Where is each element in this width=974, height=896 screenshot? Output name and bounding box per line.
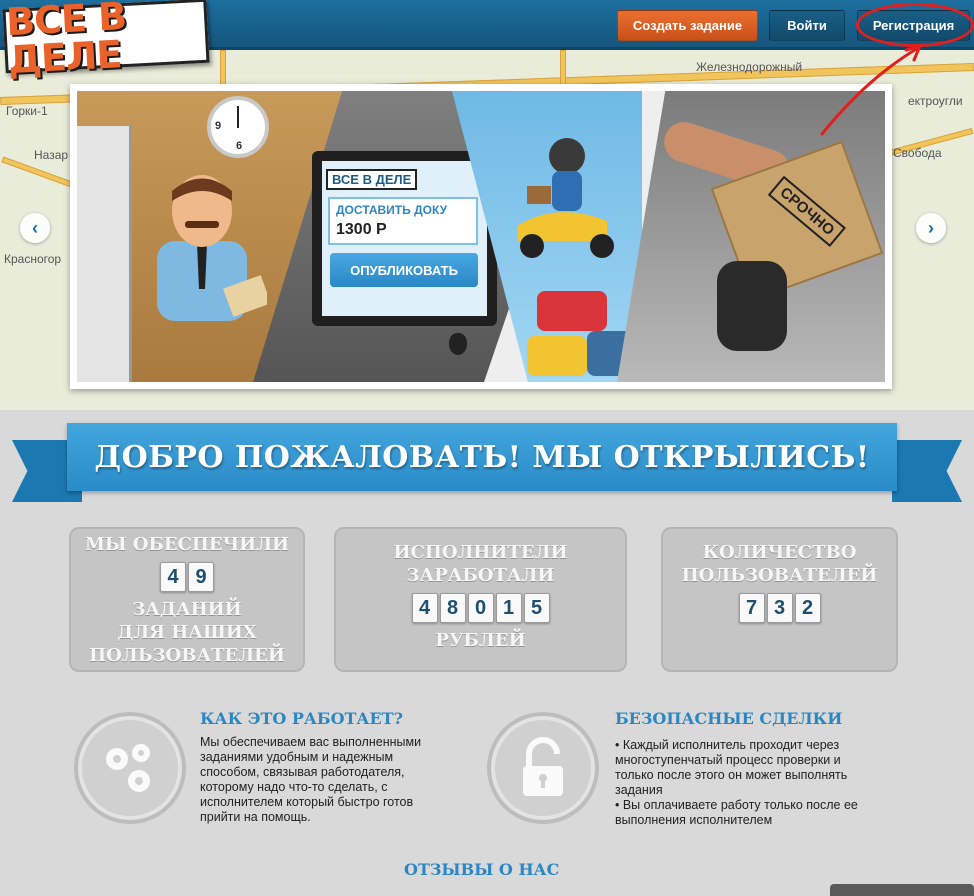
welcome-title: ДОБРО ПОЖАЛОВАТЬ! МЫ ОТКРЫЛИСЬ! — [94, 439, 870, 475]
task-card: ДОСТАВИТЬ ДОКУ 1300 Р — [328, 197, 478, 245]
task-text: ДОСТАВИТЬ ДОКУ — [336, 203, 448, 217]
stat-tasks: МЫ ОБЕСПЕЧИЛИ 4 9 ЗАДАНИЙ ДЛЯ НАШИХ ПОЛЬ… — [69, 527, 305, 672]
annotation-arrow — [820, 43, 923, 136]
feature-text: • Каждый исполнитель проходит через мног… — [615, 738, 880, 828]
feature-text: Мы обеспечиваем вас выполненными задания… — [200, 735, 422, 824]
stat-label: ПОЛЬЗОВАТЕЛЕЙ — [89, 645, 285, 666]
feature-title: КАК ЭТО РАБОТАЕТ? — [200, 709, 403, 728]
stat-label: МЫ ОБЕСПЕЧИЛИ — [84, 534, 289, 555]
counter-digit: 4 — [160, 562, 186, 592]
clock-number: 9 — [215, 120, 222, 132]
counter-digit: 1 — [495, 593, 522, 623]
counter-digit: 0 — [467, 593, 494, 623]
clock-number: 6 — [236, 140, 243, 152]
feature-title: БЕЗОПАСНЫЕ СДЕЛКИ — [615, 709, 843, 728]
apple-logo-icon — [449, 333, 467, 355]
annotation-circle — [856, 3, 974, 47]
padlock-icon — [487, 712, 599, 824]
stat-label: КОЛИЧЕСТВО — [702, 542, 857, 563]
reviews-title: ОТЗЫВЫ О НАС — [404, 860, 560, 879]
monitor-screen: ВСЕ В ДЕЛЕ ДОСТАВИТЬ ДОКУ 1300 Р ОПУБЛИК… — [322, 161, 487, 316]
stat-users: КОЛИЧЕСТВО ПОЛЬЗОВАТЕЛЕЙ 7 3 2 — [661, 527, 898, 672]
stat-label: ЗАДАНИЙ — [132, 599, 242, 620]
task-price: 1300 Р — [336, 221, 387, 238]
counter-digit: 7 — [738, 593, 765, 623]
counter: 7 3 2 — [663, 593, 896, 623]
map-label: Железнодорожный — [696, 60, 803, 74]
hero-banner: 9 6 ВСЕ В ДЕЛЕ ДОСТАВИТЬ ДОКУ 1300 Р ОПУ… — [70, 84, 892, 389]
urgent-stamp: СРОЧНО — [767, 175, 847, 248]
screen-logo: ВСЕ В ДЕЛЕ — [326, 169, 418, 190]
map-label: Красногор — [4, 252, 62, 266]
stat-label: ПОЛЬЗОВАТЕЛЕЙ — [681, 565, 878, 586]
counter-digit: 4 — [411, 593, 438, 623]
counter-digit: 5 — [523, 593, 550, 623]
map-label: Назар — [34, 148, 69, 162]
stat-label: РУБЛЕЙ — [435, 630, 526, 651]
banner-illustration: 9 6 ВСЕ В ДЕЛЕ ДОСТАВИТЬ ДОКУ 1300 Р ОПУ… — [77, 91, 885, 382]
slider-prev-arrow-icon[interactable]: ‹ — [20, 213, 50, 243]
counter: 4 8 0 1 5 — [336, 593, 625, 623]
map-label: Горки-1 — [6, 104, 48, 118]
scooter-courier-illustration — [517, 138, 614, 258]
slider-next-arrow-icon[interactable]: › — [916, 213, 946, 243]
site-logo[interactable]: ВСЕ В ДЕЛЕ — [2, 0, 210, 82]
stat-label: ДЛЯ НАШИХ — [117, 622, 257, 643]
counter-digit: 8 — [439, 593, 466, 623]
wall-clock-icon: 9 6 — [207, 96, 269, 158]
ribbon-tail-right — [892, 440, 962, 502]
feature-bullet: • Вы оплачиваете работу только после ее … — [615, 798, 858, 827]
gears-icon-graphic — [106, 744, 150, 792]
gloved-hand-illustration — [717, 261, 787, 351]
publish-illustration-button: ОПУБЛИКОВАТЬ — [330, 253, 478, 287]
corner-widget[interactable] — [830, 884, 974, 896]
gears-icon — [74, 712, 186, 824]
logo-text: ВСЕ В ДЕЛЕ — [4, 0, 128, 83]
monitor-illustration: ВСЕ В ДЕЛЕ ДОСТАВИТЬ ДОКУ 1300 Р ОПУБЛИК… — [312, 151, 497, 326]
create-task-button[interactable]: Создать задание — [617, 10, 758, 41]
counter-digit: 2 — [794, 593, 821, 623]
counter-digit: 3 — [766, 593, 793, 623]
counter-digit: 9 — [188, 562, 214, 592]
counter: 4 9 — [71, 562, 303, 592]
welcome-ribbon: ДОБРО ПОЖАЛОВАТЬ! МЫ ОТКРЫЛИСЬ! — [67, 423, 897, 491]
login-button[interactable]: Войти — [769, 10, 845, 41]
map-label: Свобода — [893, 146, 942, 160]
stat-label: ЗАРАБОТАЛИ — [406, 565, 555, 586]
filing-cabinet — [77, 126, 132, 382]
stat-label: ИСПОЛНИТЕЛИ — [393, 542, 568, 563]
feature-bullet: • Каждый исполнитель проходит через мног… — [615, 738, 848, 797]
stat-earnings: ИСПОЛНИТЕЛИ ЗАРАБОТАЛИ 4 8 0 1 5 РУБЛЕЙ — [334, 527, 627, 672]
padlock-icon-graphic — [523, 737, 563, 796]
businessman-illustration — [157, 175, 267, 321]
